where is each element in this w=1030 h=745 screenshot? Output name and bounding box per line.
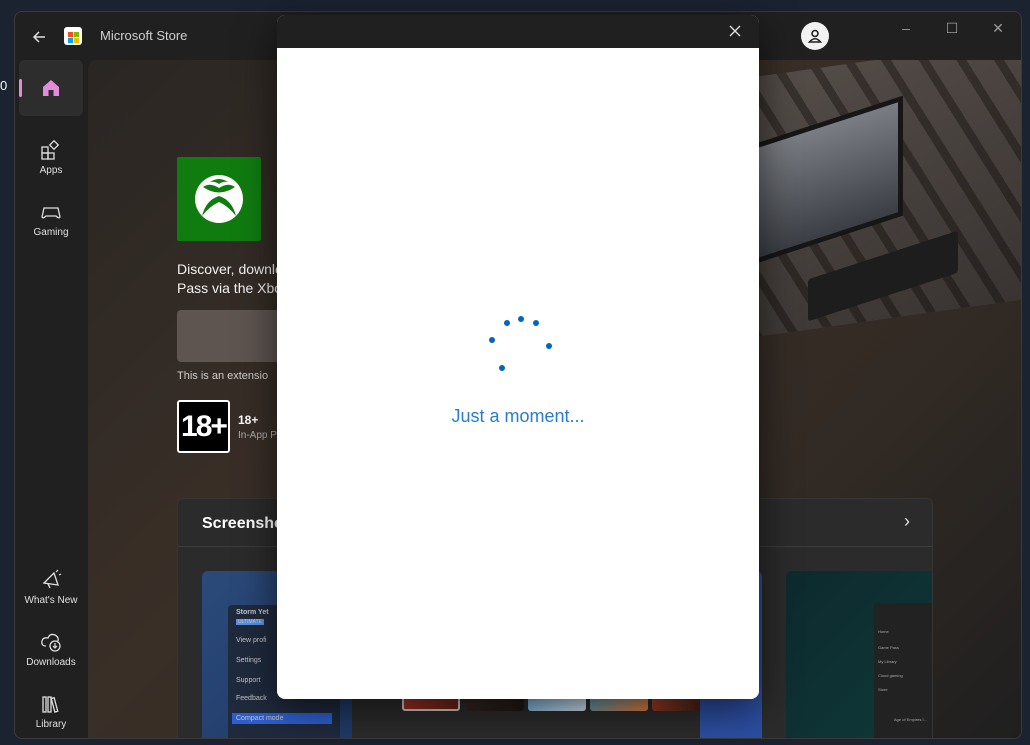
gamepad-icon: [41, 207, 61, 219]
screenshot-thumbnail-3[interactable]: Home Game Pass My Library Cloud gaming S…: [786, 571, 932, 738]
active-indicator: [19, 79, 22, 97]
sidebar-item-label: Gaming: [33, 227, 69, 238]
spinner-dot: [504, 320, 510, 326]
back-arrow-icon[interactable]: [29, 26, 51, 48]
profile-button[interactable]: [801, 22, 829, 50]
store-logo-icon: [64, 27, 82, 45]
age-rating-badge: 18+: [177, 400, 230, 453]
loading-text: Just a moment...: [451, 406, 585, 426]
apps-icon: [41, 139, 60, 160]
spinner-dot: [518, 316, 524, 322]
close-window-button[interactable]: ✕: [983, 20, 1013, 40]
screenshot-menu: Home Game Pass My Library Cloud gaming S…: [874, 603, 932, 738]
product-description: Discover, downlo Pass via the Xbo: [177, 261, 283, 296]
spinner-dot: [546, 343, 552, 349]
desktop-edge-text: 0: [0, 78, 8, 93]
app-title: Microsoft Store: [100, 28, 188, 43]
loading-spinner: [480, 311, 560, 381]
sidebar-item-label: What's New: [24, 595, 78, 606]
maximize-button[interactable]: ☐: [937, 20, 967, 40]
cloud-download-icon: [41, 633, 61, 652]
spinner-dot: [499, 365, 505, 371]
age-rating-label: 18+: [238, 413, 259, 427]
sidebar-item-home[interactable]: [19, 60, 83, 116]
sidebar-item-label: Apps: [39, 165, 63, 176]
screenshots-title: Screensho: [202, 515, 284, 532]
user-icon: [808, 29, 822, 43]
sidebar-item-label: Downloads: [26, 657, 76, 668]
xbox-logo-icon: [177, 157, 261, 241]
sign-in-dialog: Just a moment...: [277, 15, 759, 699]
spinner-dot: [489, 337, 495, 343]
age-rating-subtext: In-App P: [238, 430, 277, 441]
library-icon: [42, 696, 59, 713]
chevron-right-icon[interactable]: ›: [904, 511, 910, 532]
sidebar-item-whats-new[interactable]: What's New: [19, 560, 83, 616]
sidebar: Apps Gaming What's New Downloads Library: [15, 60, 88, 738]
get-button[interactable]: [177, 310, 287, 362]
sidebar-item-downloads[interactable]: Downloads: [19, 622, 83, 678]
xbox-sphere-icon: [195, 175, 243, 223]
sidebar-item-gaming[interactable]: Gaming: [19, 192, 83, 248]
spinner-dot: [533, 320, 539, 326]
home-icon: [43, 80, 59, 96]
megaphone-icon: [42, 569, 62, 589]
sidebar-item-apps[interactable]: Apps: [19, 130, 83, 186]
sidebar-item-library[interactable]: Library: [19, 684, 83, 738]
sidebar-item-label: Library: [35, 719, 67, 730]
extension-note: This is an extensio: [177, 370, 269, 382]
dialog-header: [277, 15, 759, 48]
close-icon[interactable]: [727, 23, 743, 39]
minimize-button[interactable]: –: [891, 20, 921, 40]
